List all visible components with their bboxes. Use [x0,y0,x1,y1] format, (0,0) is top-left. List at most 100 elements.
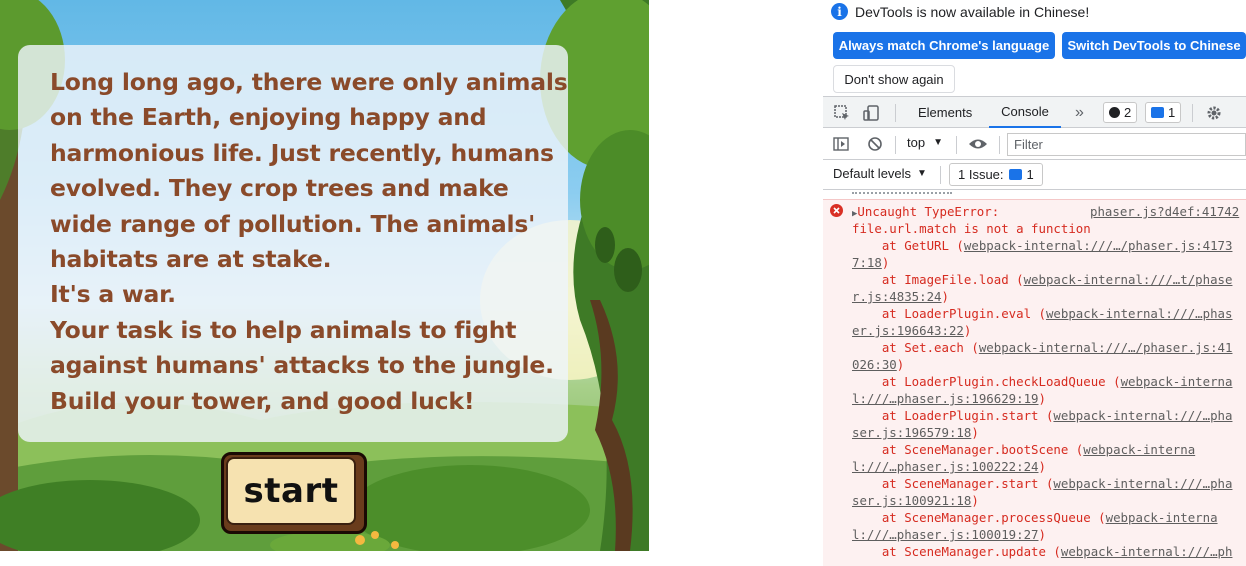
stack-frame-link[interactable]: webpack-interna [1121,374,1233,389]
switch-chinese-button[interactable]: Switch DevTools to Chinese [1062,32,1246,59]
stack-frame-link[interactable]: r.js:4835:24 [852,289,942,304]
error-icon [830,204,843,217]
stack-frame-text: at LoaderPlugin.start ( [852,408,1054,423]
stack-frame-link[interactable]: webpack-internal:///…pha [1053,476,1232,491]
settings-gear-icon[interactable] [1205,97,1223,128]
issues-count: 1 [1026,167,1034,182]
stack-frame: at LoaderPlugin.eval (webpack-internal:/… [852,305,1233,322]
error-detail: file.url.match is not a function [852,221,1091,236]
stack-frame-link[interactable]: l:///…phaser.js:196629:19 [852,391,1039,406]
console-toolbar: top ▼ Filter [823,129,1246,160]
more-tabs-icon[interactable]: » [1075,97,1084,128]
stack-frame-text: at Set.each ( [852,340,979,355]
story-line: Long long ago, there were only animals [50,68,568,96]
stack-frame-link[interactable]: 7:18 [852,255,882,270]
stack-frame-link[interactable]: ser.js:196579:18 [852,425,971,440]
story-panel: Long long ago, there were only animals o… [18,45,568,442]
stack-frame-link[interactable]: ser.js:100921:18 [852,493,971,508]
stack-frame: at GetURL (webpack-internal:///…/phaser.… [852,237,1233,254]
game-canvas[interactable]: Long long ago, there were only animals o… [0,0,649,551]
stack-frame-continuation: er.js:196643:22) [852,322,971,339]
stack-frame-link[interactable]: webpack-internal:///…t/phase [1024,272,1233,287]
stack-frame-link[interactable]: webpack-internal:///…/phaser.js:4173 [964,238,1233,253]
divider [1192,104,1193,122]
stack-frame-continuation: ser.js:100921:18) [852,492,979,509]
stack-frame: at SceneManager.start (webpack-internal:… [852,475,1233,492]
divider [999,136,1000,154]
log-levels-dropdown[interactable]: Default levels ▼ [833,166,927,181]
stack-frame-paren: ) [896,357,905,372]
match-language-button[interactable]: Always match Chrome's language [833,32,1055,59]
stack-frame-link[interactable]: webpack-interna [1083,442,1195,457]
stack-frame-link[interactable]: 026:30 [852,357,897,372]
start-button-face[interactable]: start [226,457,356,525]
inspect-icon[interactable] [833,97,851,128]
stack-frame-link[interactable]: webpack-internal:///…pha [1053,408,1232,423]
stack-frame-link[interactable]: webpack-interna [1106,510,1218,525]
stack-frame-link[interactable]: er.js:196643:22 [852,323,964,338]
info-icon: i [831,3,848,20]
message-count: 1 [1168,105,1176,120]
clear-console-icon[interactable] [867,136,883,152]
filter-input[interactable]: Filter [1007,133,1246,156]
tab-elements[interactable]: Elements [918,97,972,128]
stack-frame-text: at GetURL ( [852,238,964,253]
stack-frame: at ImageFile.load (webpack-internal:///…… [852,271,1233,288]
dont-show-again-button[interactable]: Don't show again [833,65,955,93]
divider [956,136,957,154]
error-source-link[interactable]: phaser.js?d4ef:41742 [1090,203,1239,220]
stack-frame-text: at LoaderPlugin.eval ( [852,306,1046,321]
stack-frame: at SceneManager.update (webpack-internal… [852,543,1233,560]
stack-frame-link[interactable]: webpack-internal:///…ph [1061,544,1233,559]
stack-frame-text: at SceneManager.update ( [852,544,1061,559]
error-count-badge[interactable]: 2 [1103,102,1138,123]
stack-frame-paren: ) [971,493,979,508]
console-error-entry: ▶Uncaught TypeError: phaser.js?d4ef:4174… [823,199,1246,566]
tab-console[interactable]: Console [989,97,1061,128]
stack-frame-link[interactable]: l:///…phaser.js:100222:24 [852,459,1039,474]
previous-log-remnant [823,190,1246,199]
stack-frame-continuation: l:///…phaser.js:100222:24) [852,458,1046,475]
stack-frame-link[interactable]: webpack-internal:///…phas [1046,306,1233,321]
divider [895,104,896,122]
start-button[interactable]: start [221,452,367,534]
story-line: Build your tower, and good luck! [50,386,475,415]
stack-frame-paren: ) [1038,459,1046,474]
stack-frame-text: at LoaderPlugin.checkLoadQueue ( [852,374,1121,389]
stack-frame-link[interactable]: webpack-internal:///…/phaser.js:41 [979,340,1233,355]
stack-frame-paren: ) [963,323,972,338]
error-message: Uncaught TypeError: [857,204,1000,219]
stack-frame-text: at SceneManager.processQueue ( [852,510,1106,525]
live-expression-eye-icon[interactable] [968,136,988,152]
stack-frame-continuation: 7:18) [852,254,889,271]
story-line: harmonious life. Just recently, humans [50,138,554,167]
stack-frame: at SceneManager.bootScene (webpack-inter… [852,441,1195,458]
story-line: evolved. They crop trees and make [50,174,509,203]
stack-frame-continuation: r.js:4835:24) [852,288,949,305]
story-line: against humans' attacks to the jungle. [50,351,554,380]
notice-text: DevTools is now available in Chinese! [855,3,1090,20]
console-levels-bar: Default levels ▼ 1 Issue: 1 [823,160,1246,190]
stack-frame-continuation: ser.js:196579:18) [852,424,979,441]
dropdown-arrow-icon: ▼ [933,137,943,148]
issues-button[interactable]: 1 Issue: 1 [949,163,1043,186]
message-icon [1151,107,1164,118]
devtools-panel: i DevTools is now available in Chinese! … [823,0,1246,566]
error-dot-icon [1109,107,1120,118]
story-line: It's a war. [50,280,176,309]
story-line: on the Earth, enjoying happy and [50,103,487,132]
device-toggle-icon[interactable] [863,97,881,128]
story-line: wide range of pollution. The animals' [50,209,536,238]
stack-frame-paren: ) [1038,527,1046,542]
divider [895,136,896,154]
context-selector[interactable]: top ▼ [907,135,943,150]
message-count-badge[interactable]: 1 [1145,102,1182,123]
stack-frame-paren: ) [941,289,949,304]
stack-frame-continuation: l:///…phaser.js:100019:27) [852,526,1046,543]
stack-frame-continuation: l:///…phaser.js:196629:19) [852,390,1046,407]
stack-frame-text: at SceneManager.start ( [852,476,1054,491]
stack-frame-link[interactable]: l:///…phaser.js:100019:27 [852,527,1039,542]
sidebar-toggle-icon[interactable] [833,136,849,152]
message-icon [1008,169,1022,180]
devtools-tabbar: Elements Console » 2 1 [823,96,1246,128]
